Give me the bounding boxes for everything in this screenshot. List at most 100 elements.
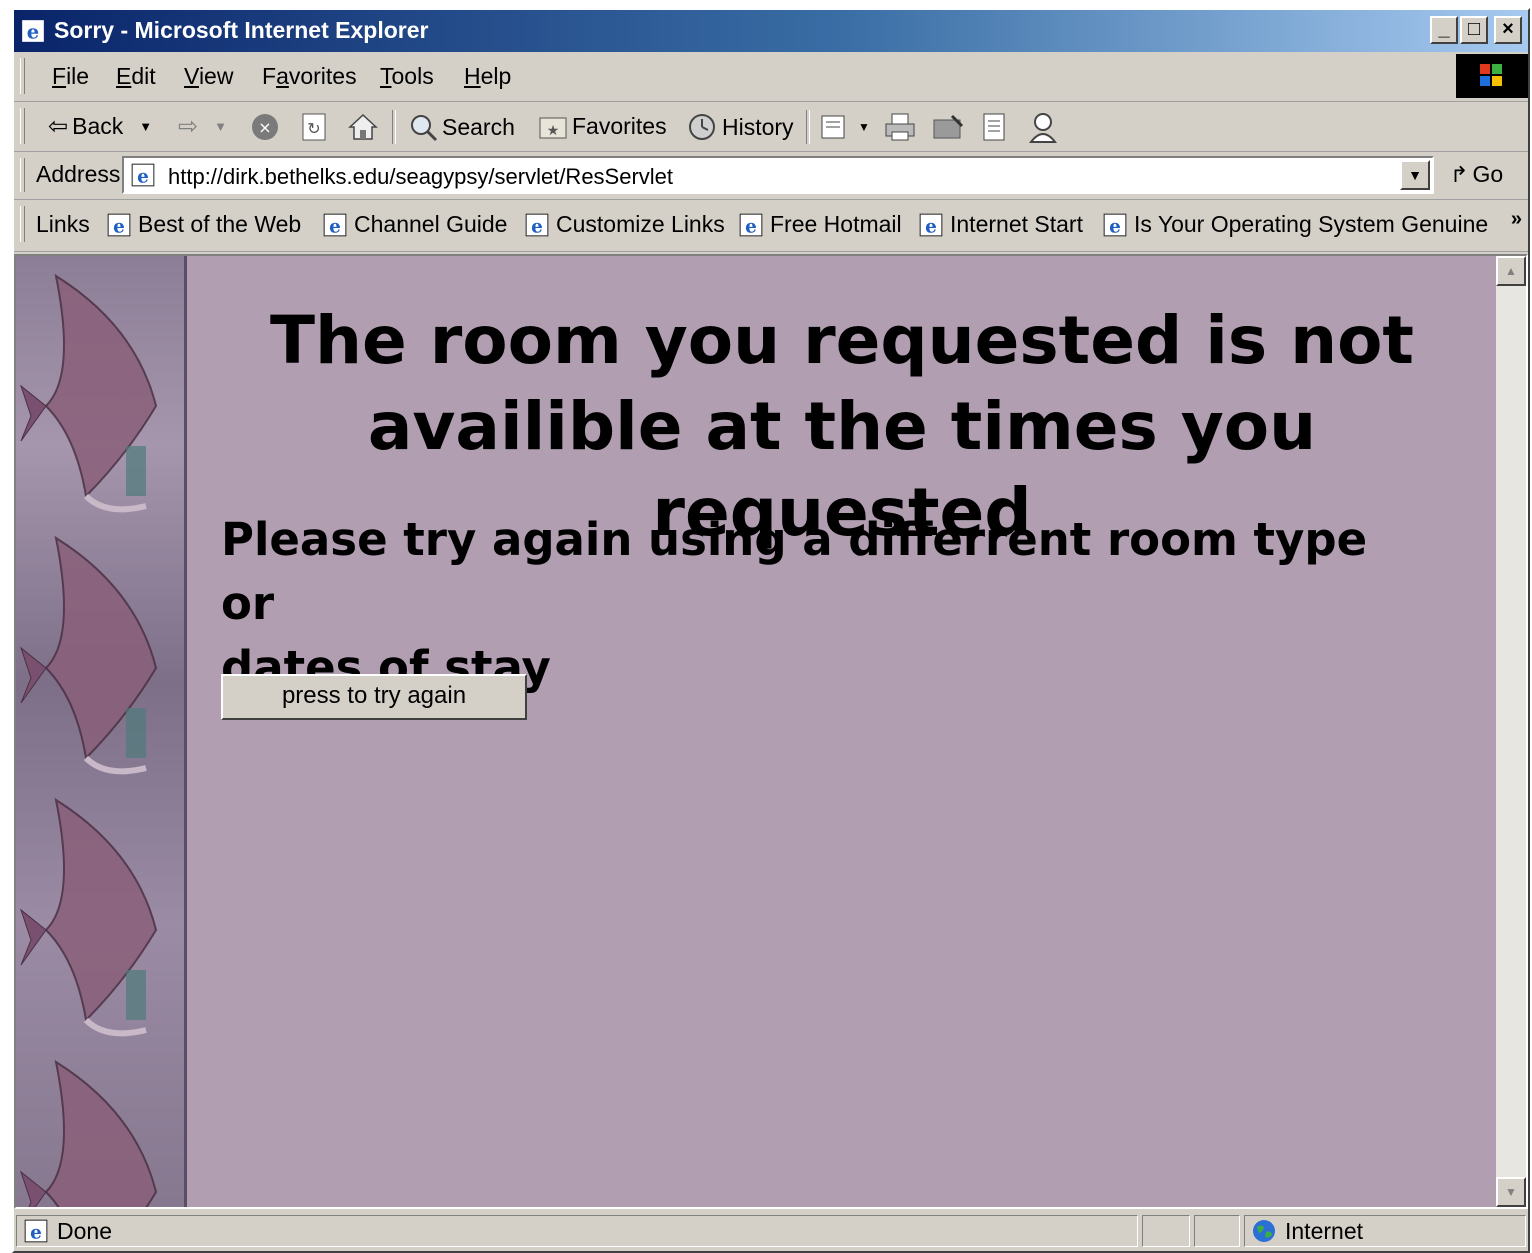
favorites-star-icon: ★ [539,117,567,139]
menu-favorites[interactable]: Favorites [262,63,357,90]
angelfish-icon [19,1059,158,1207]
close-button[interactable]: × [1494,16,1522,44]
menu-file[interactable]: File [52,63,89,90]
refresh-icon: ↻ [302,113,326,141]
svg-text:e: e [1109,216,1121,237]
address-bar: Address e http://dirk.bethelks.edu/seagy… [14,152,1528,200]
try-again-button[interactable]: press to try again [221,674,527,720]
links-overflow-chevron-icon[interactable]: » [1511,208,1522,231]
menu-bar: File Edit View Favorites Tools Help [14,52,1528,102]
menu-tools[interactable]: Tools [380,63,434,90]
status-zone-pane: Internet [1244,1215,1526,1247]
linksbar-grip[interactable] [20,206,25,242]
page-content: The room you requested is not availible … [187,256,1500,1207]
mail-dropdown-icon[interactable]: ▼ [858,120,870,134]
standard-toolbar: ⇦ Back ▼ ⇨ ▼ × ↻ Search ★ Favorites Hist… [14,102,1528,152]
vertical-scrollbar[interactable]: ▲ ▼ [1496,256,1526,1207]
window-title: Sorry - Microsoft Internet Explorer [54,17,429,43]
status-text: Done [57,1217,112,1244]
links-label[interactable]: Links [36,211,90,238]
browser-window: e Sorry - Microsoft Internet Explorer _ … [12,8,1530,1253]
status-progress-pane [1142,1215,1190,1247]
printer-icon [885,113,915,141]
menu-edit[interactable]: Edit [116,63,156,90]
globe-icon [1253,1220,1275,1242]
link-channel-guide[interactable]: e Channel Guide [322,211,507,238]
go-arrow-icon: ↱ [1450,161,1469,187]
menu-view[interactable]: View [184,63,233,90]
title-bar: e Sorry - Microsoft Internet Explorer _ … [14,10,1528,52]
angelfish-icon [19,273,158,513]
favorites-button[interactable]: ★ Favorites [538,112,667,140]
address-input[interactable]: e http://dirk.bethelks.edu/seagypsy/serv… [122,156,1434,194]
scroll-down-button[interactable]: ▼ [1496,1177,1526,1207]
history-button[interactable]: History [686,112,794,142]
mail-button[interactable]: ▼ [820,112,870,142]
ie-page-icon: e [1103,213,1127,237]
menubar-grip[interactable] [20,58,25,94]
toolbar-separator [392,110,396,144]
headline-line-1: The room you requested is not [270,302,1414,379]
svg-text:e: e [27,21,39,44]
home-button[interactable] [348,112,378,142]
document-icon [983,113,1005,141]
links-bar: Links e Best of the Web e Channel Guide … [14,200,1528,252]
address-dropdown-button[interactable]: ▼ [1400,160,1430,190]
print-button[interactable] [884,112,916,142]
search-icon [411,115,438,142]
address-url[interactable]: http://dirk.bethelks.edu/seagypsy/servle… [168,164,673,190]
back-dropdown-icon[interactable]: ▼ [139,119,152,134]
page-viewport: The room you requested is not availible … [14,254,1528,1209]
back-button[interactable]: ⇦ Back ▼ [48,112,152,141]
ie-page-icon: e [919,213,943,237]
svg-text:e: e [329,216,341,237]
svg-text:★: ★ [547,123,560,139]
history-icon [689,114,715,140]
angelfish-icon [19,535,158,775]
edit-icon [933,114,964,139]
mail-icon [821,115,845,139]
forward-button[interactable]: ⇨ ▼ [178,112,227,141]
maximize-button[interactable]: □ [1460,16,1488,44]
stop-icon: × [252,114,278,140]
angelfish-pattern [19,273,158,1207]
svg-text:e: e [30,1223,42,1244]
link-customize-links[interactable]: e Customize Links [524,211,725,238]
svg-text:e: e [113,216,125,237]
forward-dropdown-icon[interactable]: ▼ [214,119,227,134]
link-internet-start[interactable]: e Internet Start [918,211,1083,238]
ie-page-icon: e [525,213,549,237]
link-best-of-the-web[interactable]: e Best of the Web [106,211,301,238]
page-subheading: Please try again using a differrent room… [221,508,1371,700]
messenger-button[interactable] [1028,112,1058,144]
status-bar: e Done Internet [14,1211,1528,1251]
minimize-button[interactable]: _ [1430,16,1458,44]
link-os-genuine[interactable]: e Is Your Operating System Genuine [1102,211,1488,238]
svg-text:e: e [925,216,937,237]
angelfish-border-image [16,256,187,1207]
home-icon [348,113,378,140]
refresh-button[interactable]: ↻ [300,112,328,142]
addressbar-grip[interactable] [20,158,25,192]
forward-arrow-icon: ⇨ [178,113,199,140]
edit-button[interactable] [932,112,964,142]
svg-text:e: e [137,167,149,188]
stop-button[interactable]: × [250,112,280,142]
windows-logo-icon [1456,54,1528,98]
svg-text:e: e [745,216,757,237]
search-button[interactable]: Search [408,112,515,142]
link-free-hotmail[interactable]: e Free Hotmail [738,211,902,238]
page-icon: e [131,163,155,188]
svg-text:e: e [531,216,543,237]
go-button[interactable]: ↱ Go [1450,161,1503,188]
back-arrow-icon: ⇦ [48,113,69,140]
scroll-up-button[interactable]: ▲ [1496,256,1526,286]
status-zone: Internet [1285,1217,1363,1244]
angelfish-icon [19,797,158,1037]
svg-text:↻: ↻ [307,119,320,138]
menu-help[interactable]: Help [464,63,511,90]
toolbar-grip[interactable] [20,108,25,144]
ie-logo-icon: e [22,20,44,44]
subheading-line-1: Please try again using a differrent room… [221,513,1368,630]
discuss-button[interactable] [980,112,1008,142]
